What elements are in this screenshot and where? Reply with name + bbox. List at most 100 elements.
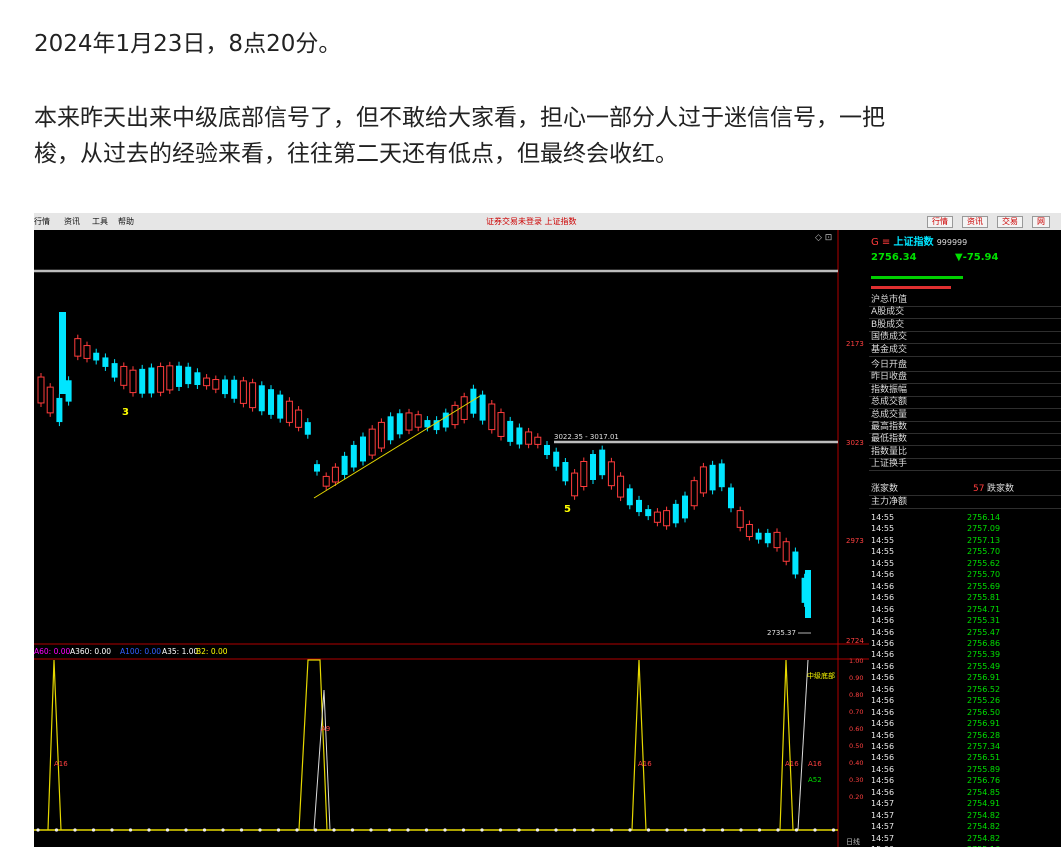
breadth-row: 涨家数 57 跌家数 [869,483,1061,496]
candle-body [718,463,725,488]
tick-time: 14:56 [871,742,895,751]
indicator-value: A60: 0.00 [34,647,71,656]
tick-row: 14:56 2756.86 [869,638,1061,650]
kline-chart[interactable]: ◇ ⊡ 2173 3023 2973 2724 3 5 3022.35 - 30… [34,230,869,847]
tick-row: 14:57 2754.82 [869,833,1061,845]
signal-label: A16 [54,760,68,768]
quote-field-label: 上证换手 [871,459,908,470]
tick-row: 14:57 2754.82 [869,810,1061,822]
baseline-dot [831,828,836,832]
baseline-dot [387,828,392,832]
candle-body [377,421,385,449]
tick-price: 2756.28 [967,730,1001,740]
candle-body [682,495,688,519]
candle-body [792,551,799,575]
candle-body [350,444,357,468]
candle-body [617,475,625,498]
tick-row: 14:56 2755.47 [869,627,1061,639]
tick-row: 14:55 2757.13 [869,535,1061,547]
baseline-dot [776,828,780,832]
candle-body [231,379,238,399]
candle-body [690,480,698,507]
candle-body [728,487,734,509]
zoom-control-icon[interactable]: ◇ ⊡ [815,233,832,243]
quote-field-row: 昨日收盘 [869,371,1061,385]
baseline-dot [517,828,521,832]
candle-body [653,511,661,523]
tick-price: 2754.82 [967,833,1001,843]
candle-body [553,451,560,467]
tick-row: 14:57 2754.82 [869,821,1061,833]
tick-row: 14:56 2754.71 [869,604,1061,616]
tick-time: 14:55 [871,513,895,522]
tick-row: 14:55 2757.09 [869,523,1061,535]
baseline-dot [794,828,799,832]
tick-row: 14:56 2756.91 [869,718,1061,730]
tick-price: 2756.52 [967,684,1001,694]
baseline-dot [239,828,244,832]
candle-body [599,449,606,476]
tick-price: 2756.50 [967,707,1001,717]
tab-market[interactable]: 行情 [927,216,953,228]
indicator-axis-label: 0.70 [849,708,863,716]
candle-body [83,345,91,359]
tick-row: 14:56 2754.85 [869,787,1061,799]
quote-field-label: 国债成交 [871,332,908,343]
menu-bar: 行情 资讯 工具 帮助 证券交易未登录 上证指数 行情 资讯 交易 网 [34,213,1061,231]
baseline-dot [461,828,466,832]
tab-trade[interactable]: 交易 [997,216,1023,228]
price-axis-label: 2973 [846,537,864,545]
trading-software-screenshot: 行情 资讯 工具 帮助 证券交易未登录 上证指数 行情 资讯 交易 网 ◇ ⊡ … [34,213,1061,847]
candle-body [46,386,54,414]
candle-body [194,372,201,385]
candle-body [580,460,588,488]
quote-field-row: A股成交 [869,306,1061,320]
tick-price: 2757.34 [967,742,1001,751]
baseline-dot [443,828,447,832]
tick-price: 2755.70 [967,547,1001,557]
tick-price: 2756.86 [967,638,1001,648]
tick-row: 14:56 2755.69 [869,581,1061,593]
index-code: 999999 [936,238,968,247]
menu-item-tools[interactable]: 工具 [92,213,108,230]
tick-price: 2754.91 [967,799,1001,809]
candle-body [239,380,247,404]
quote-field-label: 今日开盘 [871,360,908,370]
quote-field-row: B股成交 [869,319,1061,332]
candle-body [805,570,811,618]
candle-body [185,366,192,385]
menu-item-info[interactable]: 资讯 [64,213,80,230]
tick-price: 2754.82 [967,822,1001,832]
index-price: 2756.34 [871,252,917,263]
wave-label-3: 3 [122,407,129,418]
indicator-axis-label: 0.60 [849,725,863,733]
menu-item-help[interactable]: 帮助 [118,213,134,230]
candle-body [120,365,128,386]
tab-info[interactable]: 资讯 [962,216,988,228]
quote-field-row: 指数量比 [869,446,1061,459]
tick-price: 2755.70 [967,570,1001,580]
candle-body [212,379,220,390]
tick-time: 14:56 [871,570,895,580]
candle-body [387,416,394,441]
indicator-value: B2: 0.00 [196,647,228,656]
tab-web[interactable]: 网 [1032,216,1050,228]
tick-time: 14:57 [871,833,895,843]
candle-body [74,338,82,357]
candle-body [525,431,533,445]
indicator-axis-label: 1.00 [849,657,863,665]
baseline-dot [110,828,114,832]
candle-body [516,427,523,445]
candle-body [424,420,431,428]
tick-time: 14:56 [871,787,895,797]
candle-body [360,436,366,462]
signal-label-a16: A16 [808,760,822,768]
baseline-dot [702,828,706,832]
signal-label: A16 [785,760,799,768]
baseline-dot [480,828,484,832]
baseline-dot [202,828,207,832]
tick-time: 14:56 [871,753,895,763]
tick-price: 2756.91 [967,719,1001,729]
menu-item-market[interactable]: 行情 [34,213,50,230]
candle-body [755,532,762,540]
